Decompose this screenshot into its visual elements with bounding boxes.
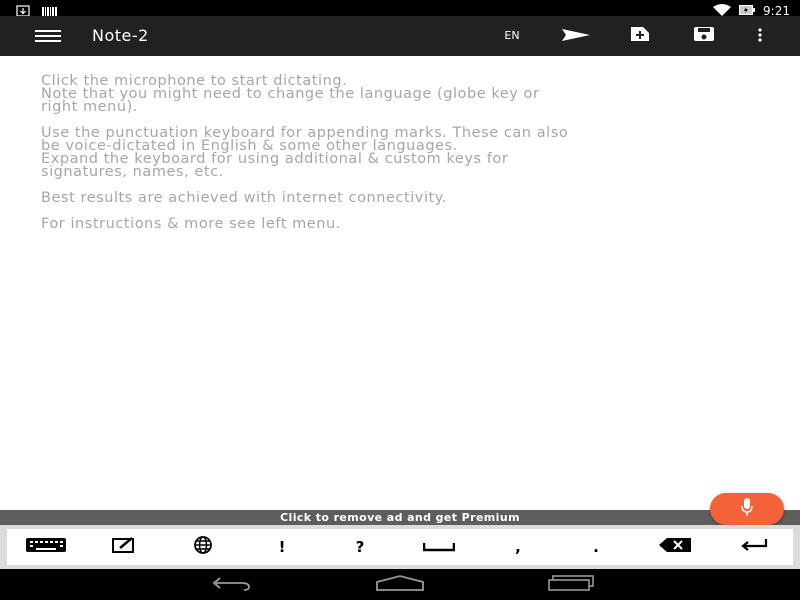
enter-key[interactable] [724,529,784,565]
system-nav-bar [0,569,800,600]
recents-icon [548,575,596,595]
back-button[interactable] [201,573,257,597]
language-globe-key[interactable] [173,529,233,565]
save-button[interactable] [688,24,720,48]
more-options-button[interactable] [744,24,776,48]
app-bar: Note-2 EN [0,16,800,56]
language-selector[interactable]: EN [496,28,528,44]
enter-icon [740,538,768,556]
note-title: Note-2 [92,26,149,45]
note-paragraph: For instructions & more see left menu. [41,216,341,232]
note-paragraph: Use the punctuation keyboard for appendi… [41,125,569,180]
home-button[interactable] [372,573,428,597]
new-note-icon [629,25,651,47]
note-paragraph: Click the microphone to start dictating.… [41,73,540,115]
back-icon [206,575,252,595]
microphone-button[interactable] [710,493,784,525]
menu-button[interactable] [28,24,68,48]
recents-button[interactable] [544,573,600,597]
keyboard-icon [26,538,66,556]
space-key[interactable] [409,529,469,565]
punctuation-keyboard: ! ? , . [0,525,800,569]
send-button[interactable] [560,24,592,48]
status-bar: 9:21 [0,0,800,18]
note-paragraph: Best results are achieved with internet … [41,190,447,206]
exclamation-key[interactable]: ! [252,529,312,565]
backspace-key[interactable] [645,529,705,565]
backspace-icon [659,538,691,556]
expand-keyboard-key[interactable] [16,529,76,565]
new-note-button[interactable] [624,24,656,48]
edit-text-key[interactable] [94,529,154,565]
comma-key[interactable]: , [488,529,548,565]
more-vert-icon [758,27,762,46]
remove-ad-banner[interactable]: Click to remove ad and get Premium [0,510,800,525]
edit-box-icon [112,537,136,557]
space-icon [422,538,456,556]
save-icon [693,26,715,46]
note-text-area[interactable]: Click the microphone to start dictating.… [41,73,771,244]
hamburger-icon [35,27,61,46]
period-key[interactable]: . [566,529,626,565]
globe-icon [190,536,216,558]
send-icon [561,27,591,46]
question-key[interactable]: ? [330,529,390,565]
home-icon [375,575,425,595]
microphone-icon [741,498,753,520]
